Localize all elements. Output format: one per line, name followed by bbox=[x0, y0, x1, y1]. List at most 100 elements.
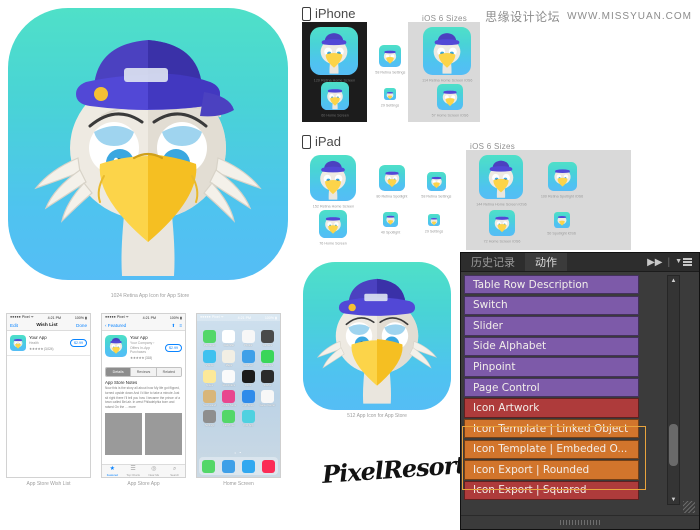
app-icon bbox=[241, 350, 255, 363]
panel-footer bbox=[461, 515, 699, 529]
action-row-label: Slider bbox=[473, 319, 503, 332]
action-row-label: Icon Template | Embeded O... bbox=[473, 443, 628, 456]
panel-grip[interactable] bbox=[560, 520, 600, 525]
ipad-label-text: iPad bbox=[315, 134, 342, 149]
home-screen-app[interactable]: Passbook bbox=[259, 350, 276, 367]
tile-iphone-settings: 29 Settings bbox=[380, 88, 400, 108]
home-screen-app[interactable]: Clock bbox=[240, 370, 257, 387]
tab-label: Search bbox=[170, 472, 180, 477]
action-row[interactable]: Slider bbox=[464, 316, 639, 336]
app-label: Maps bbox=[225, 364, 233, 367]
app-label: App Store bbox=[242, 404, 254, 407]
scroll-up-arrow[interactable]: ▲ bbox=[668, 276, 679, 285]
tile-caption: 114 Retina Home Screen iOS6 bbox=[422, 78, 473, 83]
dock-app-mail[interactable] bbox=[222, 459, 236, 473]
panel-menu-icon[interactable]: ▼ bbox=[675, 258, 692, 266]
price-button[interactable]: $2.99 bbox=[165, 343, 182, 352]
app-label: Your App bbox=[242, 424, 254, 427]
tile-ipad-settings: 29 Settings bbox=[424, 214, 444, 234]
segment-details[interactable]: Details bbox=[106, 368, 132, 376]
home-screen-app[interactable]: Photos bbox=[240, 330, 257, 347]
home-screen-app[interactable]: Stocks bbox=[259, 370, 276, 387]
app-icon bbox=[203, 370, 217, 383]
back-featured-button[interactable]: ‹ Featured bbox=[105, 323, 126, 328]
icon-preview bbox=[437, 84, 464, 110]
wish-list-row[interactable]: Your App Health ★★★★★ (3,024) $2.99 bbox=[7, 331, 90, 356]
action-row[interactable]: Switch bbox=[464, 295, 639, 315]
app-header-row: Your App Your Company › Offers In-App Pu… bbox=[102, 331, 185, 364]
icon-preview bbox=[379, 45, 402, 67]
mockup-wish-list-caption: App Store Wish List bbox=[26, 481, 71, 487]
tab-top-charts[interactable]: ☰ Top Charts bbox=[123, 465, 144, 477]
tile-caption: 58 Retina Settings bbox=[375, 70, 406, 75]
app-icon bbox=[241, 330, 255, 343]
home-screen-app[interactable]: Notes bbox=[201, 370, 218, 387]
home-screen-app[interactable]: Maps bbox=[220, 350, 237, 367]
icon-preview bbox=[479, 155, 524, 199]
done-button[interactable]: Done bbox=[76, 323, 87, 328]
share-icon[interactable]: ⬆ bbox=[171, 323, 175, 329]
tab-search[interactable]: ⌕ Search bbox=[164, 465, 185, 477]
home-screen-app[interactable]: Calendar bbox=[220, 330, 237, 347]
home-screen-app[interactable]: Your App bbox=[240, 410, 257, 427]
action-row[interactable]: Icon Artwork bbox=[464, 398, 639, 418]
home-screen-app[interactable]: Settings bbox=[201, 410, 218, 427]
tab-bar[interactable]: ★ Featured ☰ Top Charts ◎ Near Me ⌕ Sear… bbox=[102, 464, 185, 477]
home-screen-app[interactable]: Game Center bbox=[259, 390, 276, 407]
app-label: iTunes Store bbox=[221, 404, 237, 407]
app-label: Settings bbox=[204, 424, 215, 427]
app-name: Your App bbox=[29, 335, 47, 340]
action-row[interactable]: Icon Export | Rounded bbox=[464, 460, 639, 480]
home-screen-app[interactable]: Weather bbox=[240, 350, 257, 367]
app-company: Your Company › bbox=[130, 341, 155, 345]
app-purchase-note: Offers In-App Purchases bbox=[130, 346, 151, 354]
action-row[interactable]: Side Alphabet bbox=[464, 336, 639, 357]
home-screen-app[interactable]: FaceTime bbox=[220, 410, 237, 427]
collapse-icon[interactable]: ▶▶ bbox=[647, 257, 662, 268]
home-screen-app[interactable]: Messages bbox=[201, 330, 218, 347]
action-row-label: Switch bbox=[473, 299, 508, 312]
action-row[interactable]: Icon Template | Embeded O... bbox=[464, 439, 639, 460]
more-icon[interactable]: ≡ bbox=[179, 323, 182, 329]
dock-app-phone[interactable] bbox=[202, 459, 216, 473]
home-screen-app[interactable]: iTunes Store bbox=[220, 390, 237, 407]
action-row-label: Page Control bbox=[473, 381, 540, 394]
segmented-control[interactable]: Details Reviews Related bbox=[105, 367, 182, 377]
app-icon bbox=[260, 390, 274, 403]
tile-ipad-ios6-retina-home: 144 Retina Home Screen iOS6 bbox=[474, 155, 529, 207]
resize-grip-icon[interactable] bbox=[683, 501, 695, 513]
tab-featured[interactable]: ★ Featured bbox=[102, 465, 123, 477]
icon-preview bbox=[553, 212, 570, 228]
home-screen-app[interactable]: Newsstand bbox=[201, 390, 218, 407]
icon-preview bbox=[310, 155, 356, 201]
app-label: FaceTime bbox=[223, 424, 235, 427]
tab-actions[interactable]: 动作 bbox=[525, 253, 567, 271]
edit-button[interactable]: Edit bbox=[10, 323, 18, 328]
scroll-down-arrow[interactable]: ▼ bbox=[668, 495, 679, 504]
action-row[interactable]: Table Row Description bbox=[464, 275, 639, 295]
home-screen-app[interactable]: App Store bbox=[240, 390, 257, 407]
segment-related[interactable]: Related bbox=[156, 368, 181, 376]
app-rating: ★★★★★ (318) bbox=[130, 356, 152, 360]
tab-near-me[interactable]: ◎ Near Me bbox=[144, 465, 165, 477]
notes-heading: App Store Notes bbox=[105, 380, 138, 385]
action-row[interactable]: Icon Template | Linked Object bbox=[464, 419, 639, 439]
page-indicator: • ∘ bbox=[234, 450, 243, 455]
action-row-label: Icon Artwork bbox=[473, 402, 540, 415]
action-row[interactable]: Pinpoint bbox=[464, 357, 639, 377]
action-row[interactable]: Page Control bbox=[464, 377, 639, 398]
home-screen-app[interactable]: Camera bbox=[259, 330, 276, 347]
action-row[interactable]: Icon Export | Squared bbox=[464, 480, 639, 501]
dock-app-safari[interactable] bbox=[241, 459, 255, 473]
home-screen-app[interactable]: Reminders bbox=[220, 370, 237, 387]
scrollbar-thumb[interactable] bbox=[669, 424, 678, 466]
dock-app-music[interactable] bbox=[261, 459, 275, 473]
tab-history[interactable]: 历史记录 bbox=[461, 253, 525, 271]
home-screen-app[interactable]: Videos bbox=[201, 350, 218, 367]
segment-reviews[interactable]: Reviews bbox=[131, 368, 157, 376]
price-button[interactable]: $2.99 bbox=[70, 339, 87, 347]
pixelresort-logo: PixelResort bbox=[321, 450, 467, 489]
app-icon bbox=[260, 330, 274, 343]
panel-scrollbar[interactable]: ▲ ▼ bbox=[667, 275, 680, 505]
iphone-section-label: iPhone bbox=[302, 6, 355, 21]
